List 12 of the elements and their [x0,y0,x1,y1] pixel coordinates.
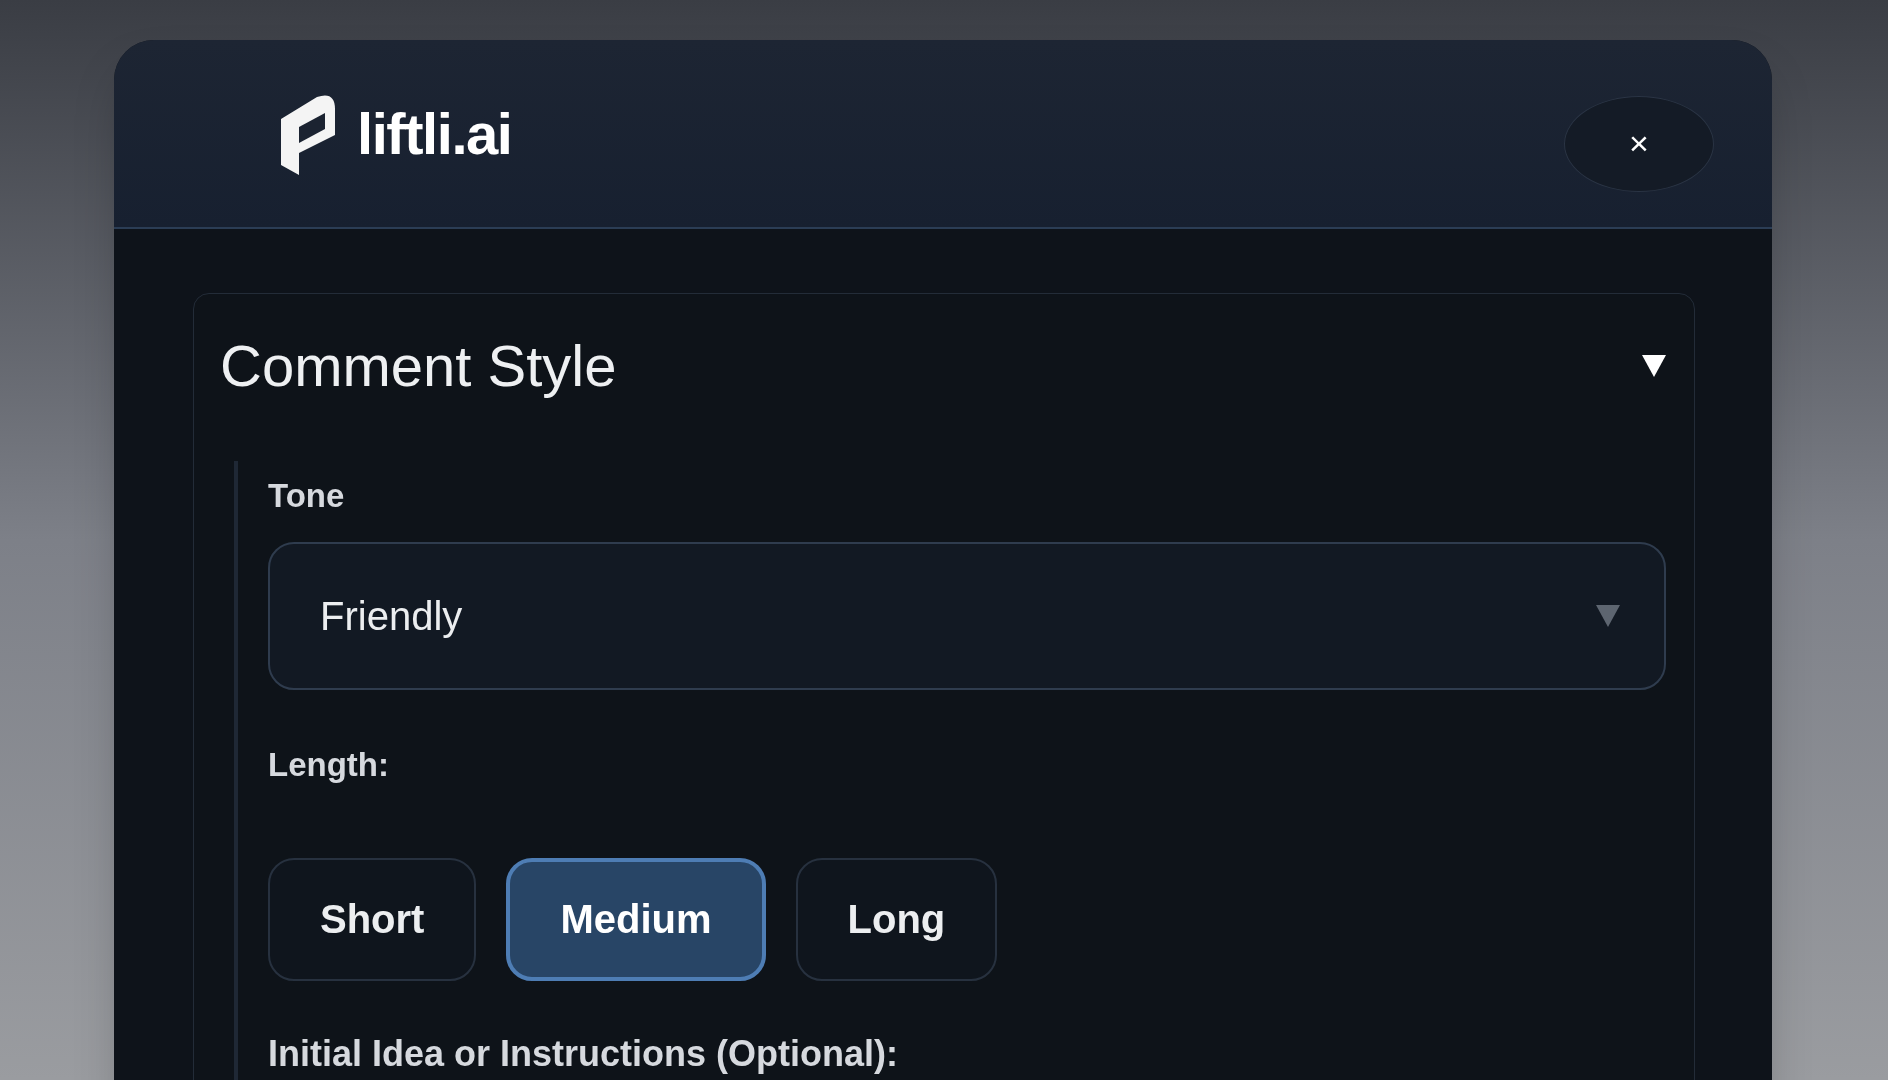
length-label: Length: [268,745,390,785]
dropdown-caret-icon [1596,605,1620,627]
section-title: Comment Style [220,332,617,400]
collapse-toggle-icon[interactable] [1642,355,1666,378]
length-option[interactable]: Medium [506,857,766,981]
length-option[interactable]: Long [795,857,998,981]
brand-name: liftli.ai [357,104,512,163]
length-option[interactable]: Short [268,857,477,981]
close-button[interactable]: × [1564,95,1714,192]
tone-label: Tone [268,475,346,516]
tone-select[interactable]: Friendly [268,542,1666,690]
instructions-label: Initial Idea or Instructions (Optional): [268,1031,900,1076]
